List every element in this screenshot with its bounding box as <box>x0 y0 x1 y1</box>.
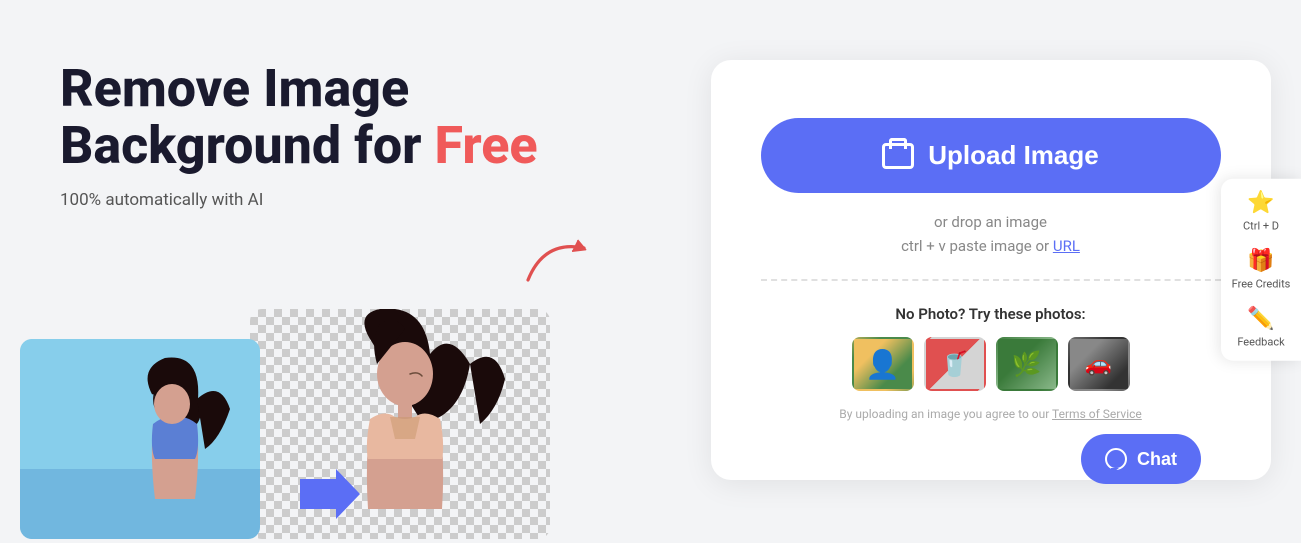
sample-photo-drink[interactable] <box>924 337 986 391</box>
before-image <box>20 339 260 539</box>
section-divider <box>761 279 1221 281</box>
headline: Remove Image Background for Free <box>60 60 640 174</box>
after-image-svg <box>250 309 550 539</box>
chat-button-label: Chat <box>1137 449 1177 470</box>
paste-text-prefix: ctrl + v paste image or <box>901 237 1053 255</box>
sidebar-bookmark-label: Ctrl + D <box>1243 219 1279 232</box>
tos-prefix: By uploading an image you agree to our <box>839 407 1052 421</box>
star-icon: ⭐ <box>1247 190 1274 215</box>
before-image-inner <box>20 339 260 539</box>
arrow-container <box>520 230 600 294</box>
sample-photo-plant[interactable] <box>996 337 1058 391</box>
tos-link[interactable]: Terms of Service <box>1052 407 1142 421</box>
chat-button[interactable]: Chat <box>1081 434 1201 484</box>
sidebar-item-bookmark[interactable]: ⭐ Ctrl + D <box>1243 190 1279 232</box>
after-image <box>250 309 550 539</box>
url-link[interactable]: URL <box>1053 237 1080 255</box>
sidebar-credits-label: Free Credits <box>1232 277 1291 290</box>
arrow-icon <box>520 230 600 290</box>
tos-text: By uploading an image you agree to our T… <box>839 407 1142 421</box>
before-image-svg <box>20 339 260 539</box>
headline-line2-prefix: Background for <box>60 115 434 176</box>
upload-card: Upload Image or drop an image ctrl + v p… <box>711 60 1271 480</box>
left-section: Remove Image Background for Free 100% au… <box>0 0 680 539</box>
sample-photo-car[interactable] <box>1068 337 1130 391</box>
sidebar-feedback-label: Feedback <box>1237 336 1284 349</box>
pencil-icon: ✏️ <box>1247 307 1274 332</box>
gift-icon: 🎁 <box>1247 248 1274 273</box>
upload-button-label: Upload Image <box>928 140 1098 171</box>
headline-line1: Remove Image <box>60 58 409 119</box>
drop-text: or drop an image <box>934 213 1047 231</box>
headline-free: Free <box>434 115 537 176</box>
subtitle: 100% automatically with AI <box>60 190 640 210</box>
sample-photo-person[interactable] <box>852 337 914 391</box>
floating-sidebar: ⭐ Ctrl + D 🎁 Free Credits ✏️ Feedback <box>1221 178 1301 361</box>
sidebar-item-feedback[interactable]: ✏️ Feedback <box>1237 307 1284 349</box>
chat-icon <box>1105 448 1127 470</box>
paste-text: ctrl + v paste image or URL <box>901 237 1080 255</box>
upload-icon <box>882 143 914 169</box>
right-section: Upload Image or drop an image ctrl + v p… <box>680 0 1301 539</box>
sidebar-item-credits[interactable]: 🎁 Free Credits <box>1232 248 1291 290</box>
sample-photos-label: No Photo? Try these photos: <box>895 305 1085 323</box>
upload-button[interactable]: Upload Image <box>761 118 1221 193</box>
images-area <box>20 309 680 539</box>
sample-photos-row <box>852 337 1130 391</box>
